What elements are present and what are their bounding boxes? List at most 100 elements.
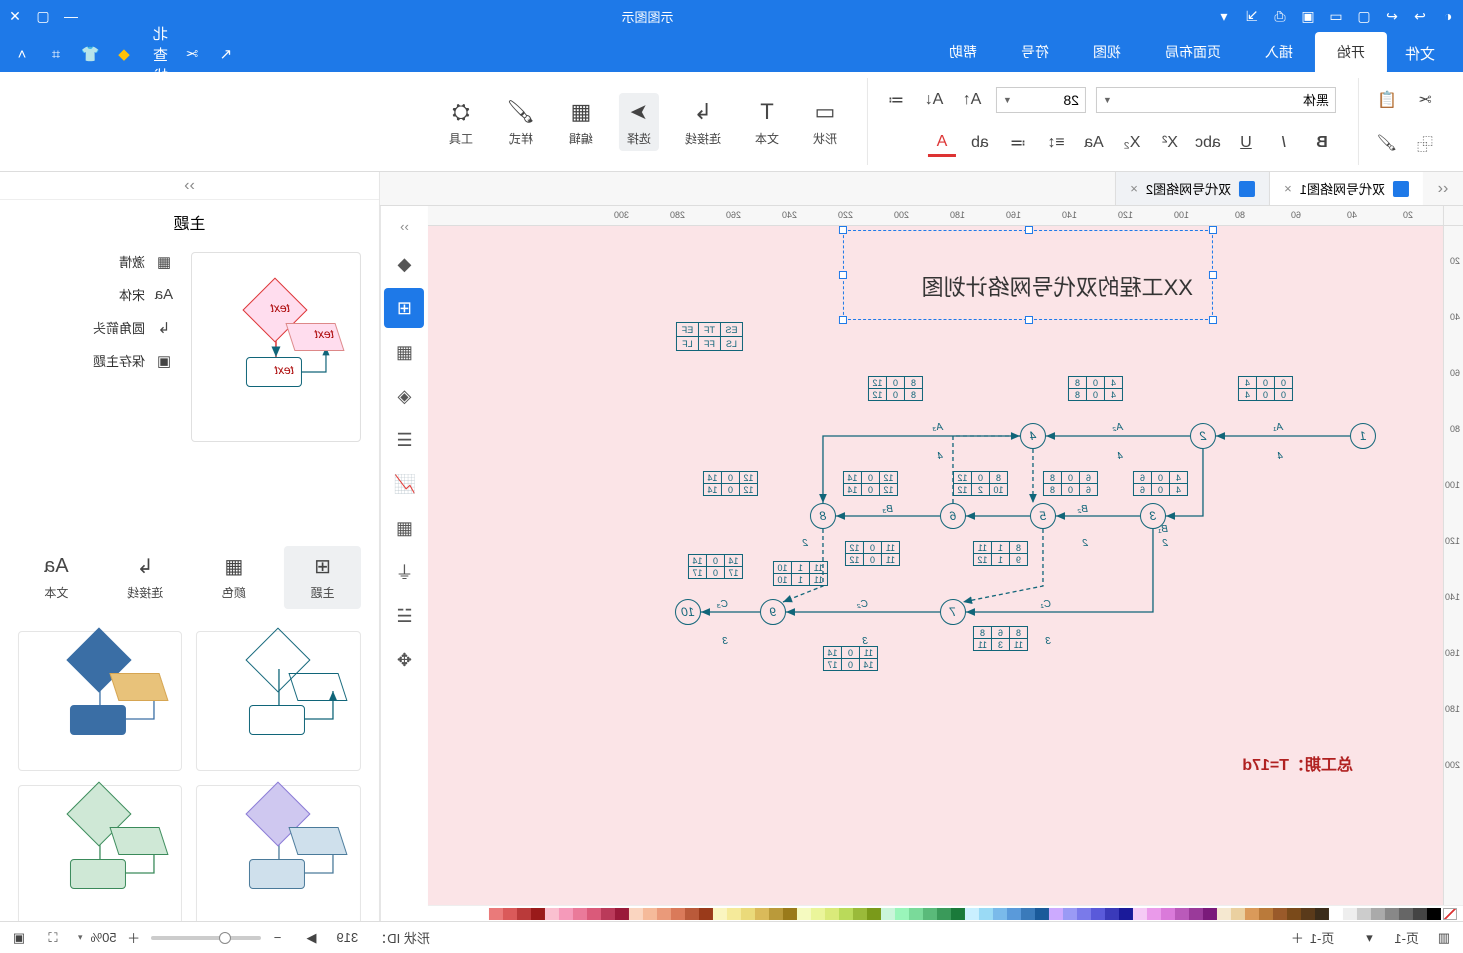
fit-icon[interactable]: ▣ — [10, 929, 28, 947]
italic-icon[interactable]: I — [1270, 129, 1298, 157]
color-swatch[interactable] — [1091, 908, 1105, 920]
color-swatch[interactable] — [699, 908, 713, 920]
format-painter-icon[interactable]: 🖌 — [1373, 129, 1401, 157]
vip-badge-icon[interactable]: ◆ — [114, 44, 134, 64]
add-page-icon[interactable]: ＋ — [1291, 928, 1304, 947]
color-swatch[interactable] — [727, 908, 741, 920]
color-swatch[interactable] — [1119, 908, 1133, 920]
chart-icon[interactable]: 📈 — [385, 464, 425, 504]
save-icon[interactable]: ▣ — [1299, 7, 1317, 25]
color-swatch[interactable] — [895, 908, 909, 920]
color-swatch[interactable] — [1413, 908, 1427, 920]
color-swatch[interactable] — [1021, 908, 1035, 920]
network-node[interactable]: 9 — [760, 599, 786, 625]
shrink-font-icon[interactable]: A↓ — [920, 86, 948, 114]
color-swatch[interactable] — [923, 908, 937, 920]
theme-tab[interactable]: ⊞主题 — [284, 546, 361, 609]
color-swatch[interactable] — [1329, 908, 1343, 920]
no-fill-icon[interactable] — [1443, 908, 1457, 920]
case-icon[interactable]: Aa — [1080, 129, 1108, 157]
color-swatch[interactable] — [951, 908, 965, 920]
table-icon[interactable]: ▦ — [385, 508, 425, 548]
color-swatch[interactable] — [1217, 908, 1231, 920]
network-node[interactable]: 2 — [1190, 423, 1216, 449]
font-family-select[interactable]: 黑体 ▼ — [1096, 87, 1336, 113]
color-swatch[interactable] — [1035, 908, 1049, 920]
color-swatch[interactable] — [1245, 908, 1259, 920]
close-tab-icon[interactable]: × — [1284, 181, 1292, 196]
color-swatch[interactable] — [573, 908, 587, 920]
style-tool[interactable]: 🖌样式 — [499, 93, 543, 151]
text-tab[interactable]: Aa文本 — [18, 546, 95, 609]
color-swatch[interactable] — [797, 908, 811, 920]
tab-symbol[interactable]: 符号 — [999, 32, 1071, 72]
color-swatch[interactable] — [503, 908, 517, 920]
edit-tool[interactable]: ▦编辑 — [561, 93, 601, 151]
theme-thumb[interactable] — [197, 785, 362, 921]
color-swatch[interactable] — [1287, 908, 1301, 920]
tab-view[interactable]: 视图 — [1071, 32, 1143, 72]
color-swatch[interactable] — [643, 908, 657, 920]
color-swatch[interactable] — [1343, 908, 1357, 920]
connector-tab[interactable]: ↳连接线 — [107, 546, 184, 609]
canvas[interactable]: XX工程的双代号网络计划图 总工期：T=17d 1234567891000400… — [428, 226, 1443, 905]
color-swatch[interactable] — [1007, 908, 1021, 920]
grow-font-icon[interactable]: A↑ — [958, 86, 986, 114]
color-swatch[interactable] — [685, 908, 699, 920]
highlight-icon[interactable]: ab — [966, 129, 994, 157]
page-indicator-left[interactable]: 页-1 — [1394, 928, 1419, 947]
copy-icon[interactable]: ⿻ — [1411, 129, 1439, 157]
color-swatch[interactable] — [993, 908, 1007, 920]
color-swatch[interactable] — [1385, 908, 1399, 920]
cut-icon[interactable]: ✂ — [1411, 86, 1439, 114]
chevron-up-icon[interactable]: ˄ — [12, 44, 32, 64]
color-swatch[interactable] — [1175, 908, 1189, 920]
grid-icon[interactable]: ⌗ — [46, 44, 66, 64]
color-swatch[interactable] — [1189, 908, 1203, 920]
print-icon[interactable]: ⎙ — [1271, 7, 1289, 25]
color-swatch[interactable] — [825, 908, 839, 920]
pages-layout-icon[interactable]: ▥ — [1435, 929, 1453, 947]
color-swatch[interactable] — [755, 908, 769, 920]
find-icon[interactable]: 北查找 — [148, 44, 168, 64]
color-swatch[interactable] — [1259, 908, 1273, 920]
color-swatch[interactable] — [1063, 908, 1077, 920]
color-swatch[interactable] — [1133, 908, 1147, 920]
color-swatch[interactable] — [1105, 908, 1119, 920]
underline-icon[interactable]: U — [1232, 129, 1260, 157]
hierarchy-icon[interactable]: ⏚ — [385, 552, 425, 592]
panel-collapse-icon[interactable]: ›› — [0, 172, 379, 200]
tab-insert[interactable]: 插入 — [1243, 32, 1315, 72]
gantt-icon[interactable]: ☱ — [385, 596, 425, 636]
subscript-icon[interactable]: X₂ — [1118, 129, 1146, 157]
tab-start[interactable]: 开始 — [1315, 32, 1387, 72]
color-swatch[interactable] — [741, 908, 755, 920]
paint-bucket-icon[interactable]: ◆ — [385, 244, 425, 284]
color-swatch[interactable] — [615, 908, 629, 920]
play-icon[interactable]: ▶ — [303, 929, 321, 947]
color-swatch[interactable] — [1077, 908, 1091, 920]
network-node[interactable]: 6 — [940, 503, 966, 529]
tabs-collapse-icon[interactable]: ‹‹ — [1423, 172, 1463, 205]
color-swatch[interactable] — [1371, 908, 1385, 920]
network-node[interactable]: 10 — [675, 599, 701, 625]
new-file-icon[interactable]: ▢ — [1355, 7, 1373, 25]
document-tab[interactable]: 双代号网络图2 × — [1115, 172, 1269, 205]
theme-thumb[interactable] — [18, 631, 183, 771]
network-node[interactable]: 4 — [1020, 423, 1046, 449]
color-swatch[interactable] — [601, 908, 615, 920]
collapse-right-icon[interactable]: ›› — [385, 212, 425, 240]
open-file-icon[interactable]: ▭ — [1327, 7, 1345, 25]
color-swatch[interactable] — [853, 908, 867, 920]
chevron-down-icon[interactable]: ▾ — [1360, 929, 1378, 947]
minimize-icon[interactable]: — — [62, 7, 80, 25]
more-dropdown-icon[interactable]: ▾ — [1215, 7, 1233, 25]
tools-menu[interactable]: ⛭工具 — [441, 93, 481, 151]
color-swatch[interactable] — [545, 908, 559, 920]
color-swatch[interactable] — [489, 908, 503, 920]
bold-icon[interactable]: B — [1308, 129, 1336, 157]
color-swatch[interactable] — [979, 908, 993, 920]
text-tool[interactable]: T文本 — [747, 93, 787, 151]
tab-layout[interactable]: 页面布局 — [1143, 32, 1243, 72]
color-swatch[interactable] — [1357, 908, 1371, 920]
